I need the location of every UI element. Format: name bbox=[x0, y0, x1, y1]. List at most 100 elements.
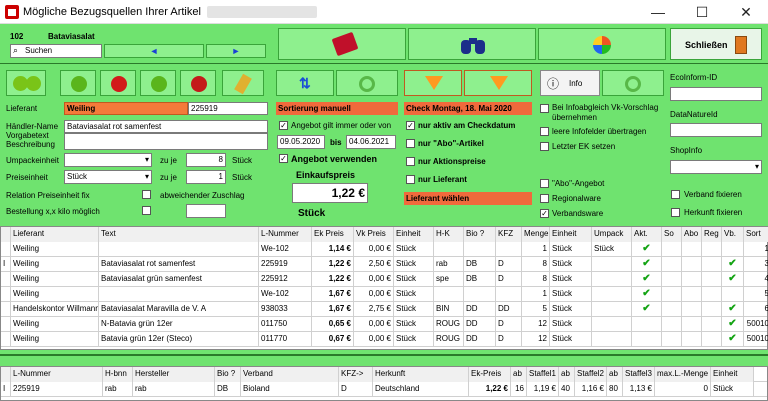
verband-checkbox[interactable]: ✓ bbox=[540, 209, 549, 218]
column-header[interactable]: KFZ bbox=[496, 227, 522, 242]
row-selector[interactable] bbox=[1, 272, 11, 287]
search-input[interactable]: ⌕ Suchen bbox=[10, 44, 102, 58]
verband-fix-checkbox[interactable] bbox=[671, 190, 680, 199]
lieferant-number-field[interactable]: 225919 bbox=[188, 102, 268, 115]
abo-checkbox[interactable] bbox=[540, 179, 549, 188]
row-selector[interactable] bbox=[1, 287, 11, 302]
shopinfo-select[interactable]: ▾ bbox=[670, 160, 762, 174]
column-header[interactable]: Staffel2 bbox=[575, 367, 607, 382]
haendler-field[interactable]: Bataviasalat rot samenfest bbox=[64, 120, 268, 133]
column-header[interactable]: Hersteller bbox=[133, 367, 215, 382]
preiseinheit-select[interactable]: Stück ▾ bbox=[64, 170, 152, 184]
column-header[interactable]: Akt. bbox=[632, 227, 662, 242]
column-header[interactable]: Bio ? bbox=[215, 367, 241, 382]
umpack-qty-field[interactable]: 8 bbox=[186, 153, 226, 167]
next-button[interactable]: ► bbox=[206, 44, 266, 58]
cancel-button[interactable] bbox=[180, 70, 216, 96]
close-button[interactable]: Schließen bbox=[670, 28, 762, 60]
info-opt1-checkbox[interactable] bbox=[540, 104, 549, 113]
info-button[interactable]: ⓘ Info bbox=[540, 70, 600, 96]
date-from-field[interactable]: 09.05.2020 bbox=[277, 135, 325, 149]
column-header[interactable]: Bio ? bbox=[464, 227, 496, 242]
column-header[interactable]: Lieferant bbox=[11, 227, 99, 242]
row-selector[interactable] bbox=[1, 332, 11, 347]
column-header[interactable]: Ek-Preis bbox=[469, 367, 511, 382]
lieferant-waehlen-button[interactable]: Lieferant wählen bbox=[404, 192, 532, 205]
column-header[interactable]: Verband bbox=[241, 367, 339, 382]
sale-tag-button[interactable] bbox=[278, 28, 406, 60]
column-header[interactable]: Einheit bbox=[711, 367, 754, 382]
preis-qty-field[interactable]: 1 bbox=[186, 170, 226, 184]
column-header[interactable]: Staffel1 bbox=[527, 367, 559, 382]
bestellung-checkbox[interactable] bbox=[142, 206, 151, 215]
column-header[interactable]: Umpack bbox=[592, 227, 632, 242]
column-header[interactable]: Herkunft bbox=[373, 367, 469, 382]
broom-button[interactable] bbox=[222, 70, 264, 96]
column-header[interactable]: Vb. bbox=[722, 227, 744, 242]
column-header[interactable]: ab bbox=[607, 367, 623, 382]
column-header[interactable]: Reg bbox=[702, 227, 722, 242]
row-selector[interactable]: I bbox=[1, 382, 11, 397]
row-selector[interactable] bbox=[1, 317, 11, 332]
date-to-field[interactable]: 04.06.2021 bbox=[346, 135, 396, 149]
row-selector[interactable] bbox=[1, 227, 11, 242]
zuschlag-field[interactable] bbox=[186, 204, 226, 218]
regional-checkbox[interactable] bbox=[540, 194, 549, 203]
column-header[interactable]: Staffel3 bbox=[623, 367, 655, 382]
column-header[interactable]: Menge bbox=[522, 227, 550, 242]
minimize-button[interactable]: — bbox=[636, 0, 680, 24]
remove-button[interactable] bbox=[100, 70, 136, 96]
table-row[interactable]: Weiling Batavia grün 12er (Steco) 011770 0,… bbox=[1, 332, 768, 347]
binoculars-button[interactable] bbox=[408, 28, 536, 60]
filter-clear-button[interactable] bbox=[404, 70, 462, 96]
beschreibung-field[interactable] bbox=[64, 133, 268, 150]
prev-button[interactable]: ◄ bbox=[104, 44, 204, 58]
table-row[interactable]: Weiling Bataviasalat grün samenfest 225912… bbox=[1, 272, 768, 287]
check-opt1-checkbox[interactable]: ✓ bbox=[406, 121, 415, 130]
column-header[interactable]: Text bbox=[99, 227, 259, 242]
angebot-checkbox[interactable]: ✓ bbox=[279, 121, 288, 130]
add-multiple-button[interactable] bbox=[6, 70, 46, 96]
herkunft-fix-checkbox[interactable] bbox=[671, 208, 680, 217]
einkaufspreis-field[interactable]: 1,22 € bbox=[292, 183, 368, 203]
relation-checkbox[interactable] bbox=[142, 190, 151, 199]
column-header[interactable]: Vk Preis bbox=[354, 227, 394, 242]
row-selector[interactable] bbox=[1, 242, 11, 257]
ecoinform-field[interactable] bbox=[670, 87, 762, 101]
column-header[interactable]: Ek Preis bbox=[312, 227, 354, 242]
add-button[interactable] bbox=[60, 70, 96, 96]
row-selector[interactable] bbox=[1, 367, 11, 382]
column-header[interactable]: So bbox=[662, 227, 682, 242]
table-row[interactable]: Weiling We-102 1,14 €0,00 € Stück 1 Stück Stüc… bbox=[1, 242, 768, 257]
table-row[interactable]: Handelskontor Willmann Bataviasalat Marav… bbox=[1, 302, 768, 317]
sort-button[interactable]: ⇅ bbox=[276, 70, 334, 96]
column-header[interactable]: Sort bbox=[744, 227, 768, 242]
umpack-select[interactable]: ▾ bbox=[64, 153, 152, 167]
check-opt2-checkbox[interactable] bbox=[406, 139, 415, 148]
column-header[interactable]: ab bbox=[559, 367, 575, 382]
row-selector[interactable] bbox=[1, 302, 11, 317]
column-header[interactable]: Einheit bbox=[394, 227, 434, 242]
column-header[interactable]: max.L.-Menge bbox=[655, 367, 711, 382]
datanature-field[interactable] bbox=[670, 123, 762, 137]
table-row[interactable]: I Weiling Bataviasalat rot samenfest 225919… bbox=[1, 257, 768, 272]
refresh-sort-button[interactable] bbox=[336, 70, 398, 96]
column-header[interactable]: Einheit bbox=[550, 227, 592, 242]
column-header[interactable]: L-Nummer bbox=[11, 367, 103, 382]
confirm-button[interactable] bbox=[140, 70, 176, 96]
column-header[interactable]: H-K bbox=[434, 227, 464, 242]
check-opt4-checkbox[interactable] bbox=[406, 175, 415, 184]
column-header[interactable]: Abo bbox=[682, 227, 702, 242]
refresh-colorful-button[interactable] bbox=[538, 28, 666, 60]
close-window-button[interactable]: ✕ bbox=[724, 0, 768, 24]
info-opt3-checkbox[interactable] bbox=[540, 142, 549, 151]
lieferant-field[interactable]: Weiling bbox=[64, 102, 188, 115]
check-opt3-checkbox[interactable] bbox=[406, 157, 415, 166]
filter-button[interactable] bbox=[464, 70, 532, 96]
column-header[interactable]: ab bbox=[511, 367, 527, 382]
table-row[interactable]: Weiling N-Batavia grün 12er 011750 0,65 €0,… bbox=[1, 317, 768, 332]
verwenden-checkbox[interactable]: ✓ bbox=[279, 154, 288, 163]
row-selector[interactable]: I bbox=[1, 257, 11, 272]
maximize-button[interactable]: ☐ bbox=[680, 0, 724, 24]
table-row[interactable]: I 225919 rab rab DB Bioland D Deutschland 1,22 €… bbox=[1, 382, 767, 397]
